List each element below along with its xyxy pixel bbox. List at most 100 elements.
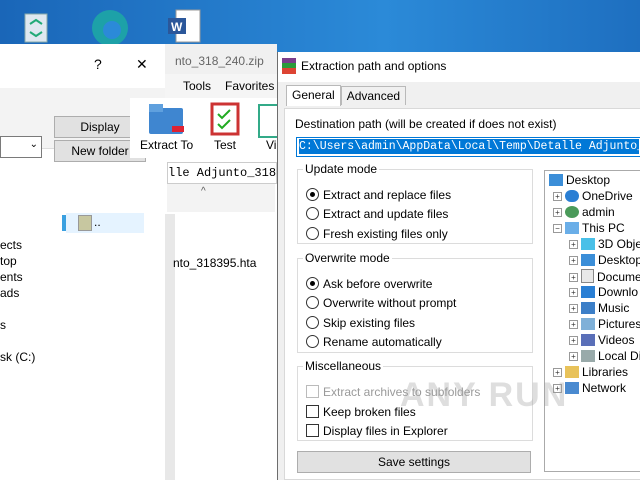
winrar-app-icon <box>282 58 296 74</box>
radio-checked-icon <box>306 188 319 201</box>
tab-general[interactable]: General <box>286 85 341 106</box>
tree-item-admin[interactable]: + admin <box>553 205 615 219</box>
drive-icon <box>581 350 595 362</box>
tree-item-pictures[interactable]: + Pictures <box>569 317 640 331</box>
desktop-icon <box>549 174 563 186</box>
tree-item-desktop-2[interactable]: + Desktop <box>569 253 640 267</box>
radio-extract-update[interactable]: Extract and update files <box>306 207 448 221</box>
recycle-bin-icon[interactable] <box>18 6 58 46</box>
dialog-title: Extraction path and options <box>301 59 447 73</box>
word-icon[interactable]: W <box>164 6 204 46</box>
general-tab-page: Destination path (will be created if doe… <box>284 108 640 480</box>
up-folder-row[interactable]: .. <box>62 213 144 233</box>
radio-label: Overwrite without prompt <box>323 296 457 310</box>
winrar-title: nto_318_240.zip <box>175 54 264 68</box>
winrar-toolbar: Extract To Test Vi <box>130 98 282 158</box>
radio-unchecked-icon <box>306 335 319 348</box>
save-settings-button[interactable]: Save settings <box>297 451 531 473</box>
cube-icon <box>581 238 595 250</box>
destination-label: Destination path (will be created if doe… <box>295 117 557 131</box>
expand-icon: + <box>569 240 578 249</box>
archive-file-item[interactable]: nto_318395.hta <box>173 256 256 270</box>
radio-checked-icon <box>306 277 319 290</box>
expand-icon: + <box>553 192 562 201</box>
collapse-icon: − <box>553 224 562 233</box>
menu-bar: Tools Favorites <box>165 74 277 98</box>
tree-label: Docume <box>597 270 640 284</box>
location-dropdown[interactable]: ⌄ <box>0 136 42 158</box>
radio-fresh-existing[interactable]: Fresh existing files only <box>306 227 448 241</box>
extraction-dialog: Extraction path and options General Advan… <box>277 52 640 480</box>
extract-to-button[interactable]: Extract To <box>140 138 193 152</box>
radio-label: Extract and replace files <box>323 188 452 202</box>
dialog-titlebar: Extraction path and options <box>278 52 640 82</box>
tab-advanced[interactable]: Advanced <box>340 86 407 105</box>
cloud-icon <box>565 190 579 202</box>
dialog-tabs: General Advanced <box>286 85 407 107</box>
nav-item-documents[interactable]: ents <box>0 270 23 284</box>
overwrite-mode-group: Overwrite mode Ask before overwrite Over… <box>297 251 533 353</box>
view-button[interactable]: Vi <box>266 138 276 152</box>
update-mode-legend: Update mode <box>305 162 378 176</box>
update-mode-group: Update mode Extract and replace files Ex… <box>297 162 533 244</box>
expand-icon: + <box>569 352 578 361</box>
test-button[interactable]: Test <box>214 138 236 152</box>
checkbox-label: Display files in Explorer <box>323 424 448 438</box>
tree-label: Libraries <box>582 365 629 379</box>
expand-icon: + <box>569 336 578 345</box>
user-icon <box>565 206 579 218</box>
expand-icon: + <box>569 256 578 265</box>
checkbox-display-explorer[interactable]: Display files in Explorer <box>306 424 448 438</box>
nav-item-3d-objects[interactable]: ects <box>0 238 22 252</box>
radio-rename-auto[interactable]: Rename automatically <box>306 335 442 349</box>
menu-favorites[interactable]: Favorites <box>225 79 274 93</box>
tree-item-music[interactable]: + Music <box>569 301 629 315</box>
radio-label: Ask before overwrite <box>323 277 433 291</box>
svg-text:W: W <box>171 20 183 34</box>
tree-label: Downlo <box>598 285 639 299</box>
tree-item-documents[interactable]: + Docume <box>569 269 640 284</box>
nav-item-downloads[interactable]: ads <box>0 286 19 300</box>
tree-label: Pictures <box>598 317 640 331</box>
radio-label: Rename automatically <box>323 335 442 349</box>
address-bar[interactable]: lle Adjunto_318_ <box>167 162 277 184</box>
radio-unchecked-icon <box>306 227 319 240</box>
close-button[interactable]: ✕ <box>136 56 148 73</box>
tree-label: Local Di <box>598 349 640 363</box>
tree-item-local-disk[interactable]: + Local Di <box>569 349 640 363</box>
tree-item-onedrive[interactable]: + OneDrive <box>553 189 633 203</box>
nav-item-videos[interactable]: s <box>0 318 6 332</box>
column-header: ^ <box>167 184 275 212</box>
edge-icon[interactable] <box>88 6 128 46</box>
expand-icon: + <box>569 288 578 297</box>
expand-icon: + <box>569 320 578 329</box>
tree-item-downloads[interactable]: + Downlo <box>569 285 638 299</box>
radio-unchecked-icon <box>306 296 319 309</box>
explorer-titlebar: ? ✕ <box>0 44 165 88</box>
destination-path-value: C:\Users\admin\AppData\Local\Temp\Detall… <box>299 139 639 154</box>
radio-label: Fresh existing files only <box>323 227 448 241</box>
tree-item-this-pc[interactable]: − This PC <box>553 221 625 235</box>
tree-label: Music <box>598 301 630 315</box>
nav-item-desktop[interactable]: top <box>0 254 17 268</box>
tree-item-desktop[interactable]: Desktop <box>549 173 610 187</box>
checkbox-unchecked-icon <box>306 405 319 418</box>
checkbox-disabled-icon <box>306 385 319 398</box>
nav-item-local-disk[interactable]: sk (C:) <box>0 350 35 364</box>
watermark-logo: ANY RUN <box>400 376 569 414</box>
miscellaneous-legend: Miscellaneous <box>305 359 382 373</box>
checkbox-unchecked-icon <box>306 424 319 437</box>
radio-label: Extract and update files <box>323 207 449 221</box>
menu-tools[interactable]: Tools <box>183 79 211 93</box>
radio-overwrite-no-prompt[interactable]: Overwrite without prompt <box>306 296 456 310</box>
folder-tree[interactable]: Desktop + OneDrive + admin − This PC +3D Ob… <box>544 170 640 472</box>
radio-extract-replace[interactable]: Extract and replace files <box>306 188 451 202</box>
radio-ask-overwrite[interactable]: Ask before overwrite <box>306 277 432 291</box>
tree-item-3d-objects[interactable]: +3D Obje <box>569 237 640 251</box>
tree-item-videos[interactable]: + Videos <box>569 333 634 347</box>
radio-skip-existing[interactable]: Skip existing files <box>306 316 415 330</box>
help-button[interactable]: ? <box>94 56 102 72</box>
destination-path-input[interactable]: C:\Users\admin\AppData\Local\Temp\Detall… <box>296 137 640 157</box>
folder-icon <box>78 215 92 231</box>
video-icon <box>581 334 595 346</box>
